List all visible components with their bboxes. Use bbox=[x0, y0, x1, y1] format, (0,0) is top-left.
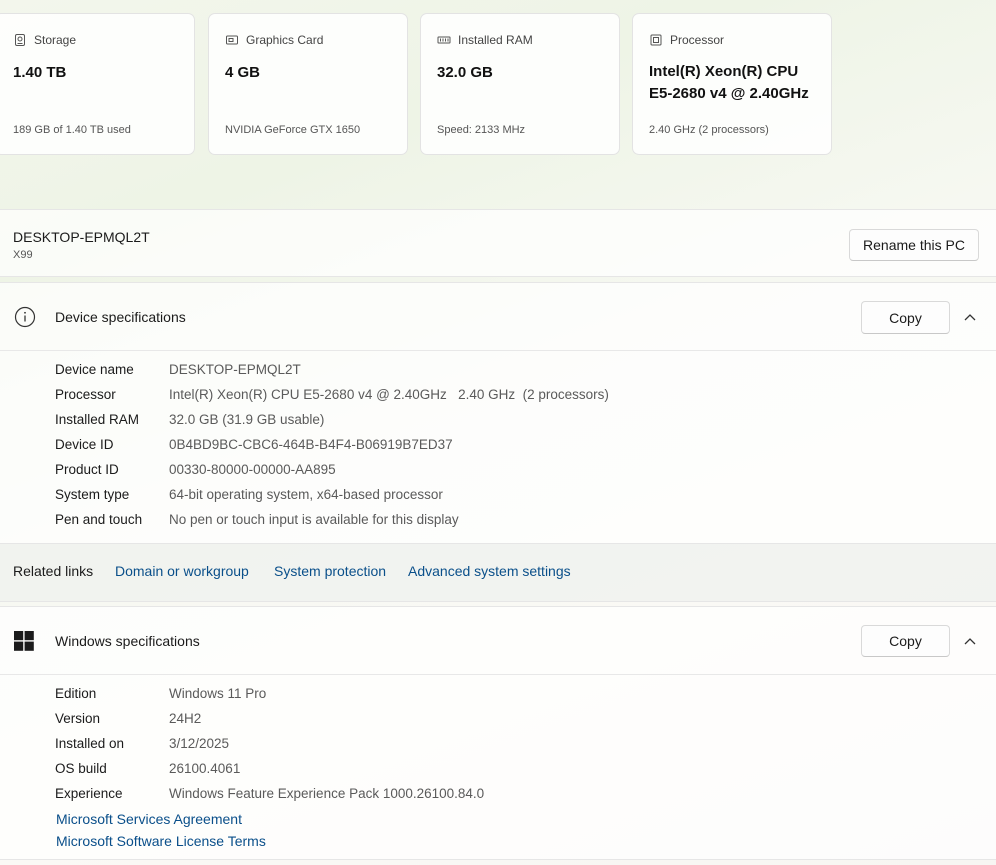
windows-specs-title: Windows specifications bbox=[55, 633, 200, 649]
graphics-card: Graphics Card 4 GB NVIDIA GeForce GTX 16… bbox=[208, 13, 408, 155]
graphics-card-icon bbox=[226, 35, 238, 45]
device-specs-divider bbox=[0, 350, 996, 351]
storage-label: Storage bbox=[34, 33, 77, 47]
processor-label: Processor bbox=[670, 33, 725, 47]
storage-usage: 189 GB of 1.40 TB used bbox=[13, 124, 131, 136]
rename-pc-button[interactable]: Rename this PC bbox=[849, 229, 979, 261]
ram-icon bbox=[437, 36, 451, 44]
storage-icon bbox=[15, 34, 25, 46]
chevron-up-icon[interactable] bbox=[960, 307, 980, 327]
spec-row-edition: Edition Windows 11 Pro bbox=[55, 681, 484, 706]
graphics-card-value: 4 GB bbox=[225, 64, 261, 81]
device-specs-copy-button[interactable]: Copy bbox=[861, 301, 950, 334]
spec-row-pen-touch: Pen and touch No pen or touch input is av… bbox=[55, 507, 609, 532]
spec-row-system-type: System type 64-bit operating system, x64-… bbox=[55, 482, 609, 507]
advanced-system-settings-link[interactable]: Advanced system settings bbox=[408, 563, 571, 579]
processor-value-line2: E5-2680 v4 @ 2.40GHz bbox=[649, 85, 809, 102]
device-specs-list: Device name DESKTOP-EPMQL2T Processor Inte… bbox=[55, 357, 609, 532]
spec-key: Installed on bbox=[55, 736, 125, 751]
pc-model: X99 bbox=[13, 249, 33, 261]
windows-specs-header[interactable]: Windows specifications Copy bbox=[0, 607, 996, 675]
windows-specs-divider bbox=[0, 674, 996, 675]
spec-key: Experience bbox=[55, 786, 123, 801]
pc-name: DESKTOP-EPMQL2T bbox=[13, 229, 150, 245]
graphics-card-model: NVIDIA GeForce GTX 1650 bbox=[225, 124, 361, 136]
windows-logo-icon bbox=[14, 631, 34, 651]
spec-value: Windows 11 Pro bbox=[169, 686, 267, 701]
processor-icon bbox=[650, 34, 662, 46]
spec-row-experience: Experience Windows Feature Experience Pac… bbox=[55, 781, 484, 806]
spec-key: Product ID bbox=[55, 462, 119, 477]
spec-value: Intel(R) Xeon(R) CPU E5-2680 v4 @ 2.40GH… bbox=[169, 387, 609, 402]
license-terms-link[interactable]: Microsoft Software License Terms bbox=[56, 833, 266, 849]
spec-row-installed-on: Installed on 3/12/2025 bbox=[55, 731, 484, 756]
spec-key: System type bbox=[55, 487, 130, 502]
services-agreement-link[interactable]: Microsoft Services Agreement bbox=[56, 811, 242, 827]
spec-key: Device ID bbox=[55, 437, 114, 452]
spec-row-device-name: Device name DESKTOP-EPMQL2T bbox=[55, 357, 609, 382]
ram-speed: Speed: 2133 MHz bbox=[437, 124, 526, 136]
ram-label: Installed RAM bbox=[458, 33, 533, 47]
spec-value: 0B4BD9BC-CBC6-464B-B4F4-B06919B7ED37 bbox=[169, 437, 453, 452]
spec-value: 3/12/2025 bbox=[169, 736, 230, 751]
processor-card-header: Processor bbox=[649, 33, 724, 47]
related-links-label: Related links bbox=[13, 563, 94, 579]
processor-card: Processor Intel(R) Xeon(R) CPU E5-2680 v… bbox=[632, 13, 832, 155]
graphics-card-label: Graphics Card bbox=[246, 33, 324, 47]
spec-key: Device name bbox=[55, 362, 134, 377]
storage-card: Storage 1.40 TB 189 GB of 1.40 TB used bbox=[0, 13, 195, 155]
spec-key: Pen and touch bbox=[55, 512, 143, 527]
processor-speed: 2.40 GHz (2 processors) bbox=[649, 124, 769, 136]
spec-key: Installed RAM bbox=[55, 412, 140, 427]
windows-specs-panel: Windows specifications Copy Edition Windo… bbox=[0, 606, 996, 860]
spec-row-installed-ram: Installed RAM 32.0 GB (31.9 GB usable) bbox=[55, 407, 609, 432]
ram-card: Installed RAM 32.0 GB Speed: 2133 MHz bbox=[420, 13, 620, 155]
spec-row-product-id: Product ID 00330-80000-00000-AA895 bbox=[55, 457, 609, 482]
device-specs-title: Device specifications bbox=[55, 309, 186, 325]
spec-value: 00330-80000-00000-AA895 bbox=[169, 462, 336, 477]
spec-row-device-id: Device ID 0B4BD9BC-CBC6-464B-B4F4-B06919B… bbox=[55, 432, 609, 457]
info-icon bbox=[14, 306, 36, 328]
spec-value: Windows Feature Experience Pack 1000.261… bbox=[169, 786, 485, 801]
domain-workgroup-link[interactable]: Domain or workgroup bbox=[115, 563, 249, 579]
spec-value: DESKTOP-EPMQL2T bbox=[169, 362, 301, 377]
chevron-up-icon[interactable] bbox=[960, 631, 980, 651]
spec-value: 26100.4061 bbox=[169, 761, 241, 776]
spec-value: No pen or touch input is available for t… bbox=[169, 512, 459, 527]
spec-row-os-build: OS build 26100.4061 bbox=[55, 756, 484, 781]
spec-key: Processor bbox=[55, 387, 116, 402]
processor-value: Intel(R) Xeon(R) CPU E5-2680 v4 @ 2.40GH… bbox=[649, 61, 809, 105]
ram-card-header: Installed RAM bbox=[437, 33, 533, 47]
storage-value: 1.40 TB bbox=[13, 64, 67, 81]
windows-specs-copy-button[interactable]: Copy bbox=[861, 625, 950, 657]
spec-value: 32.0 GB (31.9 GB usable) bbox=[169, 412, 325, 427]
related-links-bar: Related links Domain or workgroup System… bbox=[0, 544, 996, 602]
storage-card-header: Storage bbox=[13, 33, 76, 47]
graphics-card-header: Graphics Card bbox=[225, 33, 323, 47]
spec-key: Version bbox=[55, 711, 101, 726]
device-specs-header[interactable]: Device specifications Copy bbox=[0, 283, 996, 351]
spec-key: Edition bbox=[55, 686, 97, 701]
ram-value: 32.0 GB bbox=[437, 64, 493, 81]
pc-name-panel: DESKTOP-EPMQL2T X99 Rename this PC bbox=[0, 209, 996, 277]
processor-value-line1: Intel(R) Xeon(R) CPU bbox=[649, 63, 799, 80]
spec-key: OS build bbox=[55, 761, 107, 776]
windows-specs-list: Edition Windows 11 Pro Version 24H2 Instal… bbox=[55, 681, 484, 806]
spec-value: 64-bit operating system, x64-based proce… bbox=[169, 487, 443, 502]
spec-row-processor: Processor Intel(R) Xeon(R) CPU E5-2680 v4… bbox=[55, 382, 609, 407]
spec-row-version: Version 24H2 bbox=[55, 706, 484, 731]
device-specs-panel: Device specifications Copy Device name DE… bbox=[0, 282, 996, 544]
spec-value: 24H2 bbox=[169, 711, 202, 726]
system-protection-link[interactable]: System protection bbox=[274, 563, 386, 579]
